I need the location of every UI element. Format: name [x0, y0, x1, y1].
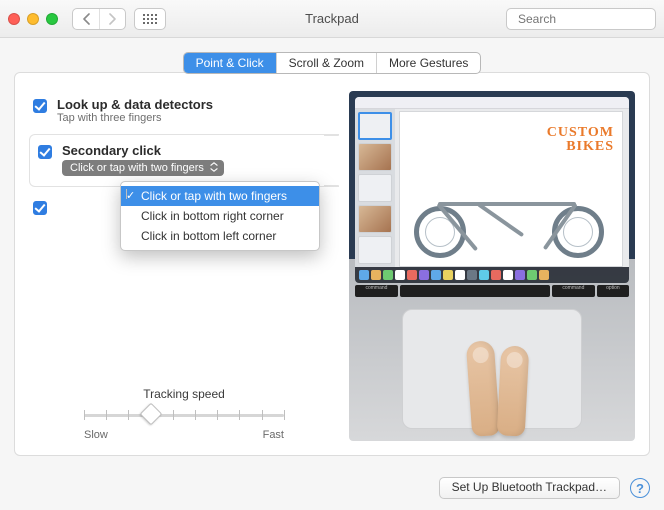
preview-title-2: BIKES	[547, 140, 614, 154]
grid-icon	[143, 14, 157, 24]
lookup-title: Look up & data detectors	[57, 97, 213, 112]
preview-dock	[355, 267, 629, 283]
footer: Set Up Bluetooth Trackpad… ?	[0, 466, 664, 510]
zoom-button[interactable]	[46, 13, 58, 25]
dropdown-item-2[interactable]: Click in bottom left corner	[121, 226, 319, 246]
slider-knob[interactable]	[139, 403, 162, 426]
nav-back-forward	[72, 8, 126, 30]
tracking-slider[interactable]	[84, 405, 284, 427]
third-checkbox[interactable]	[33, 201, 47, 215]
tab-scroll-zoom[interactable]: Scroll & Zoom	[276, 53, 376, 73]
settings-panel: Look up & data detectors Tap with three …	[14, 72, 650, 456]
lookup-checkbox[interactable]	[33, 99, 47, 113]
option-secondary-click: Secondary click Click or tap with two fi…	[29, 134, 339, 187]
secondary-dropdown: ✓ Click or tap with two fingers Click in…	[120, 181, 320, 251]
preview-screen: CUSTOM BIKES	[355, 97, 629, 267]
forward-button[interactable]	[99, 9, 125, 29]
checkmark-icon: ✓	[126, 189, 127, 199]
lookup-subtitle: Tap with three fingers	[57, 112, 213, 124]
search-input[interactable]	[518, 12, 664, 26]
options-column: Look up & data detectors Tap with three …	[29, 91, 339, 441]
window-controls	[8, 13, 58, 25]
show-all-button[interactable]	[134, 8, 166, 30]
finger-icon	[497, 345, 530, 436]
content-area: Point & Click Scroll & Zoom More Gesture…	[0, 38, 664, 466]
tracking-label: Tracking speed	[29, 387, 339, 401]
dropdown-item-0[interactable]: ✓ Click or tap with two fingers	[121, 186, 319, 206]
tab-more-gestures[interactable]: More Gestures	[376, 53, 480, 73]
finger-icon	[466, 340, 501, 437]
preview-keyboard: command command option	[349, 285, 635, 297]
secondary-selected-label: Click or tap with two fingers	[70, 162, 204, 174]
back-button[interactable]	[73, 9, 99, 29]
close-button[interactable]	[8, 13, 20, 25]
preview-trackpad	[402, 309, 582, 429]
dropdown-item-1[interactable]: Click in bottom right corner	[121, 206, 319, 226]
window: Trackpad Point & Click Scroll & Zoom Mor…	[0, 0, 664, 510]
tab-point-click[interactable]: Point & Click	[184, 53, 276, 73]
minimize-button[interactable]	[27, 13, 39, 25]
tracking-min-label: Slow	[84, 429, 108, 441]
secondary-popup-button[interactable]: Click or tap with two fingers	[62, 160, 224, 176]
titlebar: Trackpad	[0, 0, 664, 38]
search-field[interactable]	[506, 8, 656, 30]
option-lookup: Look up & data detectors Tap with three …	[29, 91, 339, 130]
preview-title-1: CUSTOM	[547, 126, 614, 140]
tab-bar: Point & Click Scroll & Zoom More Gesture…	[14, 52, 650, 74]
chevron-up-down-icon	[210, 162, 218, 174]
tracking-speed-group: Tracking speed	[29, 387, 339, 441]
secondary-checkbox[interactable]	[38, 145, 52, 159]
preview-column: CUSTOM BIKES	[349, 91, 635, 441]
help-button[interactable]: ?	[630, 478, 650, 498]
tracking-max-label: Fast	[263, 429, 284, 441]
secondary-title: Secondary click	[62, 143, 224, 158]
gesture-preview: CUSTOM BIKES	[349, 91, 635, 441]
setup-bluetooth-button[interactable]: Set Up Bluetooth Trackpad…	[439, 477, 620, 499]
